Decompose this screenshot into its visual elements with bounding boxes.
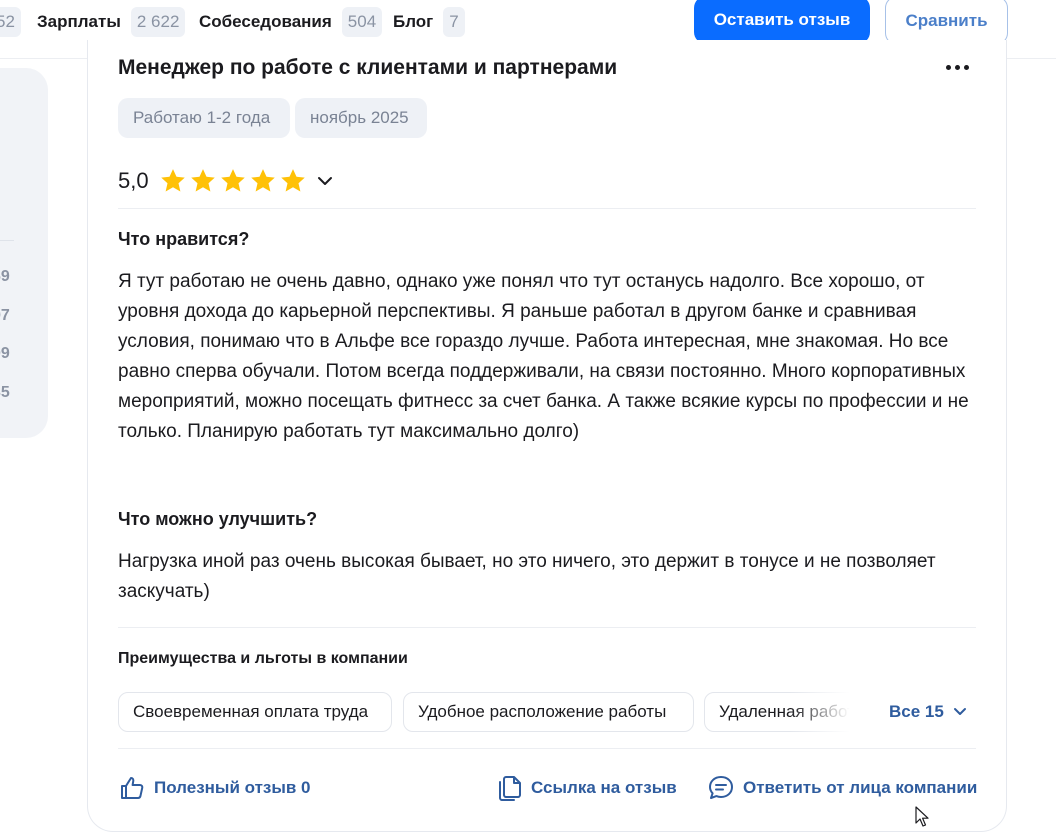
- copy-link-button[interactable]: Ссылка на отзыв: [497, 772, 677, 804]
- mouse-cursor-icon: [915, 806, 929, 827]
- chat-bubble-icon: [709, 776, 733, 799]
- rating-value: 5,0: [118, 168, 149, 193]
- rating-stars: [158, 166, 308, 196]
- divider: [118, 208, 976, 209]
- nav-item-blog[interactable]: Блог 7: [393, 7, 465, 37]
- nav-item-salaries[interactable]: Зарплаты 2 622: [37, 7, 186, 37]
- reply-as-company-button[interactable]: Ответить от лица компании: [707, 772, 977, 804]
- review-title: Менеджер по работе с клиентами и партнер…: [118, 56, 618, 79]
- sidebar-value: 35: [0, 384, 10, 401]
- tag-date: ноябрь 2025: [295, 98, 427, 138]
- divider: [118, 748, 976, 749]
- likes-heading: Что нравится?: [118, 229, 250, 249]
- star-icon: [190, 169, 215, 192]
- star-icon: [220, 169, 245, 192]
- nav-count-interviews: 504: [341, 7, 383, 37]
- helpful-review-label: Полезный отзыв 0: [154, 778, 311, 797]
- nav-label-salaries: Зарплаты: [37, 12, 121, 31]
- tag-experience: Работаю 1-2 года: [118, 98, 290, 138]
- more-options-icon[interactable]: [946, 62, 974, 72]
- perks-show-all-label: Все 15: [889, 702, 944, 721]
- chevron-down-icon: [953, 708, 966, 715]
- nav-item-reviews[interactable]: 52: [0, 7, 21, 37]
- nav-count-salaries: 2 622: [130, 7, 186, 37]
- star-icon: [250, 169, 275, 192]
- divider: [118, 627, 976, 628]
- nav-item-interviews[interactable]: Собеседования 504: [199, 7, 383, 37]
- sidebar-value: 69: [0, 268, 10, 285]
- copy-link-label: Ссылка на отзыв: [531, 778, 677, 797]
- likes-text: Я тут работаю не очень давно, однако уже…: [118, 271, 969, 442]
- nav-count-blog: 7: [443, 7, 465, 37]
- rating-summary: 5,0: [118, 166, 308, 196]
- chevron-down-icon[interactable]: [314, 171, 336, 191]
- nav-label-blog: Блог: [393, 12, 434, 31]
- perk-chip: Своевременная оплата труда: [118, 692, 392, 732]
- nav-label-interviews: Собеседования: [199, 12, 332, 31]
- thumbs-up-icon: [121, 777, 144, 799]
- leave-review-button[interactable]: Оставить отзыв: [694, 0, 870, 44]
- improve-text: Нагрузка иной раз очень высокая бывает, …: [118, 551, 936, 602]
- reply-as-company-label: Ответить от лица компании: [743, 778, 978, 797]
- perk-chip: Удобное расположение работы: [403, 692, 694, 732]
- copy-icon: [499, 776, 521, 801]
- nav-count-reviews: 52: [0, 7, 21, 37]
- perks-fade-overlay: [790, 692, 860, 732]
- star-icon: [280, 169, 305, 192]
- left-sidebar-panel: 69 97 09 35: [0, 68, 48, 438]
- star-icon: [160, 169, 185, 192]
- sidebar-value: 09: [0, 345, 10, 362]
- compare-button[interactable]: Сравнить: [885, 0, 1008, 45]
- perks-heading: Преимущества и льготы в компании: [118, 650, 408, 667]
- sidebar-divider: [0, 240, 14, 241]
- helpful-review-button[interactable]: Полезный отзыв 0: [118, 772, 311, 804]
- sidebar-value: 97: [0, 307, 10, 324]
- improve-heading: Что можно улучшить?: [118, 509, 318, 529]
- perks-show-all-button[interactable]: Все 15: [889, 702, 968, 722]
